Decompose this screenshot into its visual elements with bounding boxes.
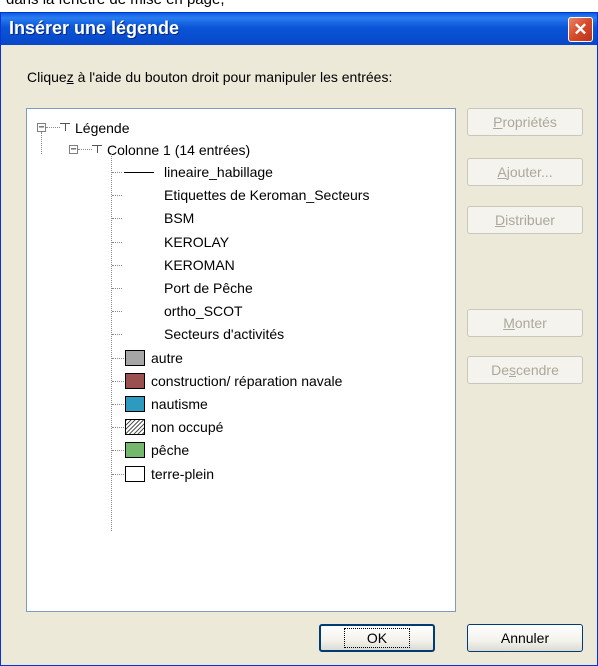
instruction-suffix: à l'aide du bouton droit pour manipuler … <box>73 69 393 85</box>
tree-item-layer[interactable]: KEROMAN <box>164 254 235 276</box>
cancel-button[interactable]: Annuler <box>467 624 583 652</box>
tree-connector <box>78 149 92 150</box>
column-icon-stem <box>97 145 98 153</box>
properties-label-post: ropriétés <box>502 114 557 130</box>
move-down-label-pre: De <box>491 362 510 378</box>
dialog-title: Insérer une légende <box>9 18 180 38</box>
color-swatch-icon <box>125 466 145 482</box>
tree-connector <box>112 358 124 359</box>
tree-connector <box>112 404 124 405</box>
color-swatch-icon <box>125 419 145 435</box>
properties-button[interactable]: Propriétés <box>467 108 583 136</box>
move-down-label-accel: s <box>509 362 517 378</box>
instruction-prefix: Clique <box>27 69 67 85</box>
tree-connector <box>112 450 124 451</box>
tree-connector <box>112 195 122 196</box>
color-swatch-icon <box>125 350 145 366</box>
tree-connector <box>112 427 124 428</box>
tree-item-layer[interactable]: Secteurs d'activités <box>164 323 284 345</box>
tree-connector <box>112 218 122 219</box>
tree-item-class[interactable]: non occupé <box>151 416 223 438</box>
add-label-accel: A <box>497 164 507 180</box>
instruction-accel: z <box>66 69 74 85</box>
add-label-post: jouter... <box>506 164 553 180</box>
legend-root-icon-stem <box>65 123 66 131</box>
title-bar[interactable]: Insérer une légende ✕ <box>1 13 597 45</box>
collapse-column-icon[interactable]: − <box>69 145 78 155</box>
tree-item-layer[interactable]: Etiquettes de Keroman_Secteurs <box>164 184 369 206</box>
document-text-fragment: dans la fenêtre de mise en page, <box>6 0 224 8</box>
ok-button[interactable]: OK <box>319 624 435 652</box>
tree-item-layer[interactable]: BSM <box>164 207 194 229</box>
close-button[interactable]: ✕ <box>568 17 593 42</box>
tree-item-layer[interactable]: lineaire_habillage <box>164 161 273 183</box>
line-symbol-icon <box>124 172 154 173</box>
tree-connector <box>112 311 122 312</box>
legend-tree[interactable]: − Légende − Colonne 1 (14 entrées) linea… <box>26 108 456 612</box>
tree-item-class[interactable]: construction/ réparation navale <box>151 370 342 392</box>
tree-item-class[interactable]: terre-plein <box>151 463 214 485</box>
tree-connector <box>112 242 122 243</box>
tree-connector <box>41 132 42 154</box>
tree-connector <box>112 474 124 475</box>
move-up-label-post: onter <box>514 315 547 331</box>
insert-legend-dialog: Insérer une légende ✕ Cliquez à l'aide d… <box>0 12 598 666</box>
ok-label: OK <box>343 628 411 648</box>
tree-item-class[interactable]: nautisme <box>151 393 208 415</box>
color-swatch-icon <box>125 373 145 389</box>
distribute-label-accel: D <box>495 212 506 228</box>
close-icon: ✕ <box>573 20 588 39</box>
add-button[interactable]: Ajouter... <box>467 158 583 186</box>
distribute-button[interactable]: Distribuer <box>467 206 583 234</box>
color-swatch-icon <box>125 442 145 458</box>
tree-item-column[interactable]: Colonne 1 (14 entrées) <box>107 139 250 161</box>
distribute-label-post: istribuer <box>505 212 555 228</box>
tree-item-layer[interactable]: Port de Pêche <box>164 277 253 299</box>
tree-connector <box>112 334 122 335</box>
move-up-button[interactable]: Monter <box>467 309 583 337</box>
tree-connector <box>112 288 122 289</box>
tree-connector <box>112 172 122 173</box>
tree-connector <box>46 127 60 128</box>
tree-connector <box>112 381 124 382</box>
cancel-label: Annuler <box>500 630 550 646</box>
tree-connector <box>112 265 122 266</box>
move-down-button[interactable]: De s cendre <box>467 356 583 384</box>
tree-item-root[interactable]: Légende <box>75 117 130 139</box>
tree-item-class[interactable]: autre <box>151 347 183 369</box>
tree-item-layer[interactable]: KEROLAY <box>164 231 229 253</box>
collapse-root-icon[interactable]: − <box>37 123 46 133</box>
move-up-label-accel: M <box>503 315 515 331</box>
color-swatch-icon <box>125 396 145 412</box>
tree-item-class[interactable]: pêche <box>151 439 189 461</box>
instruction-text: Cliquez à l'aide du bouton droit pour ma… <box>27 69 392 85</box>
move-down-label-post: cendre <box>516 362 559 378</box>
properties-label-accel: P <box>493 114 503 130</box>
tree-item-layer[interactable]: ortho_SCOT <box>164 300 243 322</box>
